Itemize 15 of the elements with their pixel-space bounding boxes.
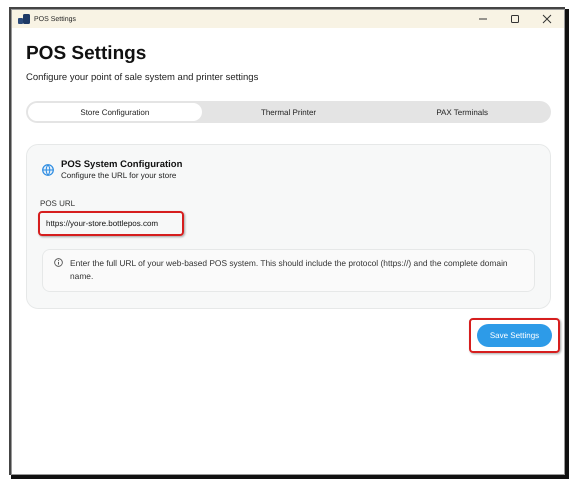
globe-icon — [42, 164, 54, 176]
close-icon[interactable] — [542, 14, 552, 24]
info-text: Enter the full URL of your web-based POS system. This should include the protocol (https://) and the complete domain name. — [70, 257, 509, 283]
card-title: POS System Configuration — [61, 159, 182, 170]
tab[interactable]: Store Configuration — [28, 103, 202, 121]
url-input-field[interactable]: https://your-store.bottlepos.com — [38, 211, 184, 236]
tab[interactable]: Thermal Printer — [202, 103, 376, 121]
tab[interactable]: PAX Terminals — [375, 103, 550, 121]
maximize-icon[interactable] — [510, 14, 520, 24]
app-logo-icon — [18, 14, 30, 24]
page-subtitle: Configure your point of sale system and printer settings — [26, 72, 260, 83]
info-icon — [54, 258, 63, 267]
card-subtitle: Configure the URL for your store — [61, 171, 178, 180]
field-label: POS URL — [40, 199, 76, 208]
page-title: POS Settings — [26, 42, 148, 66]
